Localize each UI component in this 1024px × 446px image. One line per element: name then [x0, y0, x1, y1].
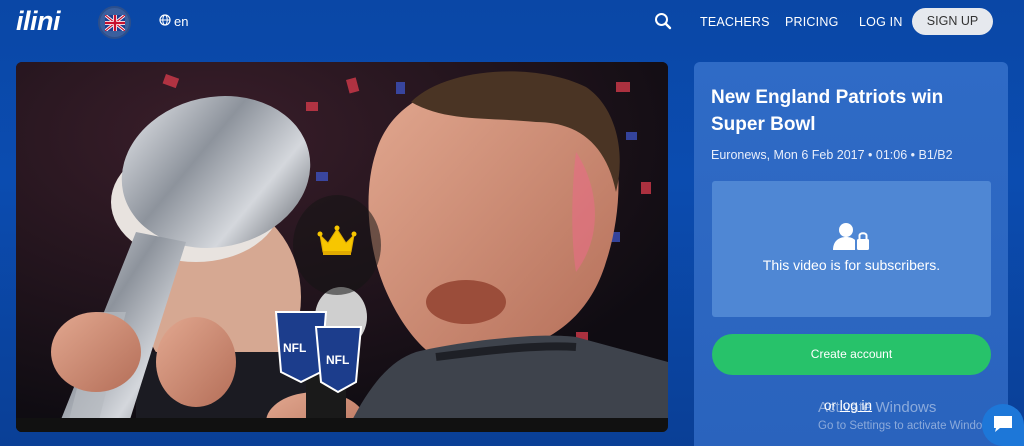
login-link[interactable]: LOG IN [859, 15, 903, 29]
activate-windows-hint: Go to Settings to activate Windows. [818, 420, 1000, 432]
user-lock-icon [833, 223, 869, 250]
microphone-nfl-logo: NFL [283, 341, 306, 355]
signup-button[interactable]: SIGN UP [912, 8, 993, 35]
top-nav: ilini en TEACHERS PRICING LOG IN SIGN UP [0, 0, 1024, 44]
ilini-logo[interactable]: ilini [16, 6, 61, 37]
video-info-panel: New England Patriots win Super Bowl Euro… [694, 62, 1008, 446]
video-controls-bar [16, 418, 668, 432]
activate-windows-watermark: Activate Windows [818, 399, 937, 416]
crown-icon [317, 225, 357, 255]
language-label: en [174, 14, 189, 29]
subscriber-message: This video is for subscribers. [762, 257, 941, 273]
chat-bubble-icon [994, 416, 1012, 432]
create-account-button[interactable]: Create account [712, 334, 991, 375]
video-player[interactable]: NFL NFL [16, 62, 668, 432]
pricing-link[interactable]: PRICING [785, 15, 839, 29]
subscriber-lock-box: This video is for subscribers. [712, 181, 991, 317]
premium-badge [293, 195, 381, 295]
video-meta: Euronews, Mon 6 Feb 2017 • 01:06 • B1/B2 [711, 148, 953, 162]
chat-button[interactable] [982, 404, 1024, 446]
search-icon[interactable] [654, 12, 672, 35]
globe-icon [159, 14, 171, 29]
uk-flag-icon[interactable] [98, 6, 131, 39]
microphone-nfl-logo-2: NFL [326, 353, 349, 367]
teachers-link[interactable]: TEACHERS [700, 15, 770, 29]
language-selector[interactable]: en [159, 14, 188, 29]
video-title: New England Patriots win Super Bowl [711, 87, 944, 135]
